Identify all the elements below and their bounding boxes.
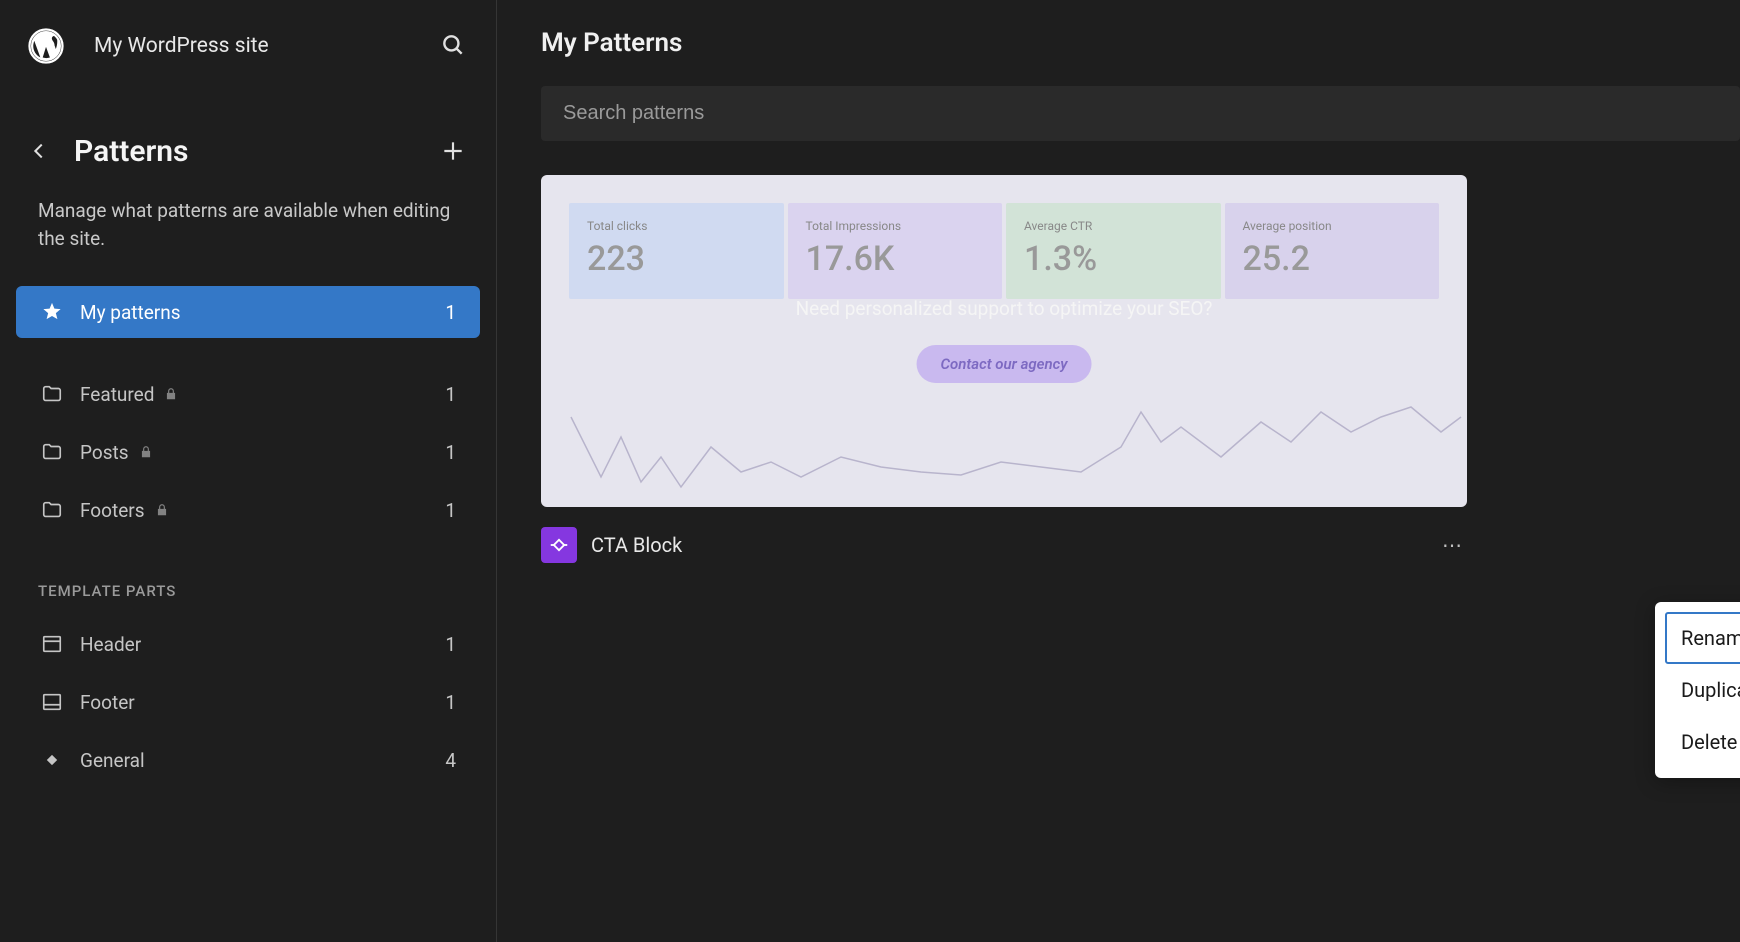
- stat-label: Average position: [1243, 219, 1422, 233]
- template-parts-heading: TEMPLATE PARTS: [0, 552, 496, 608]
- site-header: My WordPress site: [0, 18, 496, 74]
- sidebar-item-count: 1: [445, 633, 456, 656]
- menu-item-duplicate[interactable]: Duplicate: [1665, 664, 1740, 716]
- sidebar-item-featured[interactable]: Featured 1: [16, 368, 480, 420]
- footer-icon: [40, 690, 64, 714]
- stat-value: 223: [587, 239, 766, 279]
- stats-row: Total clicks 223 Total Impressions 17.6K…: [541, 175, 1467, 299]
- folder-icon: [40, 382, 64, 406]
- stat-box: Average position 25.2: [1225, 203, 1440, 299]
- template-parts-list: Header 1 Footer 1 General 4: [0, 608, 496, 802]
- pattern-preview[interactable]: Total clicks 223 Total Impressions 17.6K…: [541, 175, 1467, 507]
- stat-box: Total clicks 223: [569, 203, 784, 299]
- sidebar-item-count: 1: [445, 691, 456, 714]
- pattern-categories-list: My patterns 1 Featured 1 Posts 1: [0, 276, 496, 552]
- sidebar-item-my-patterns[interactable]: My patterns 1: [16, 286, 480, 338]
- chart-area: [541, 387, 1467, 507]
- star-icon: [40, 300, 64, 324]
- sidebar-item-label: Footers: [80, 499, 429, 522]
- pattern-card: Total clicks 223 Total Impressions 17.6K…: [541, 175, 1467, 583]
- preview-cta-button: Contact our agency: [917, 345, 1092, 383]
- search-input[interactable]: [563, 102, 1718, 125]
- stat-label: Total clicks: [587, 219, 766, 233]
- stat-value: 25.2: [1243, 239, 1422, 279]
- stat-box: Average CTR 1.3%: [1006, 203, 1221, 299]
- sidebar-item-count: 1: [445, 499, 456, 522]
- back-icon[interactable]: [28, 140, 52, 164]
- sidebar-item-count: 1: [445, 301, 456, 324]
- sidebar-item-footer[interactable]: Footer 1: [16, 676, 480, 728]
- stat-box: Total Impressions 17.6K: [788, 203, 1003, 299]
- preview-question: Need personalized support to optimize yo…: [541, 297, 1467, 320]
- sidebar-item-label: General: [80, 749, 429, 772]
- header-icon: [40, 632, 64, 656]
- sidebar-item-label: Header: [80, 633, 429, 656]
- lock-icon: [155, 503, 169, 517]
- add-icon[interactable]: [440, 138, 468, 166]
- sidebar-item-count: 1: [445, 441, 456, 464]
- lock-icon: [139, 445, 153, 459]
- sidebar-item-label: Featured: [80, 383, 429, 406]
- page-title: My Patterns: [541, 28, 1740, 58]
- context-menu: Rename Duplicate Delete: [1655, 602, 1740, 778]
- sidebar-item-count: 4: [445, 749, 456, 772]
- patterns-title: Patterns: [74, 134, 418, 169]
- site-title[interactable]: My WordPress site: [94, 34, 410, 58]
- patterns-description: Manage what patterns are available when …: [0, 169, 496, 276]
- sidebar-item-count: 1: [445, 383, 456, 406]
- menu-item-delete[interactable]: Delete: [1665, 716, 1740, 768]
- menu-item-rename[interactable]: Rename: [1665, 612, 1740, 664]
- stat-value: 17.6K: [806, 239, 985, 279]
- wordpress-logo-icon[interactable]: [28, 28, 64, 64]
- sidebar-item-posts[interactable]: Posts 1: [16, 426, 480, 478]
- pattern-meta: CTA Block ⋯: [541, 507, 1467, 583]
- stat-value: 1.3%: [1024, 239, 1203, 279]
- lock-icon: [164, 387, 178, 401]
- sidebar-item-general[interactable]: General 4: [16, 734, 480, 786]
- main-content: My Patterns Total clicks 223 Total Impre…: [497, 0, 1740, 942]
- pattern-name: CTA Block: [591, 533, 1425, 557]
- sidebar-item-footers[interactable]: Footers 1: [16, 484, 480, 536]
- stat-label: Total Impressions: [806, 219, 985, 233]
- search-box[interactable]: [541, 86, 1740, 141]
- diamond-icon: [40, 748, 64, 772]
- pattern-type-icon: [541, 527, 577, 563]
- sidebar-item-header[interactable]: Header 1: [16, 618, 480, 670]
- folder-icon: [40, 440, 64, 464]
- search-icon[interactable]: [440, 32, 468, 60]
- stat-label: Average CTR: [1024, 219, 1203, 233]
- more-options-icon[interactable]: ⋯: [1439, 533, 1467, 557]
- sidebar-item-label: My patterns: [80, 301, 429, 324]
- sidebar: My WordPress site Patterns Manage what p…: [0, 0, 497, 942]
- sidebar-item-label: Footer: [80, 691, 429, 714]
- patterns-header: Patterns: [0, 74, 496, 169]
- sidebar-item-label: Posts: [80, 441, 429, 464]
- folder-icon: [40, 498, 64, 522]
